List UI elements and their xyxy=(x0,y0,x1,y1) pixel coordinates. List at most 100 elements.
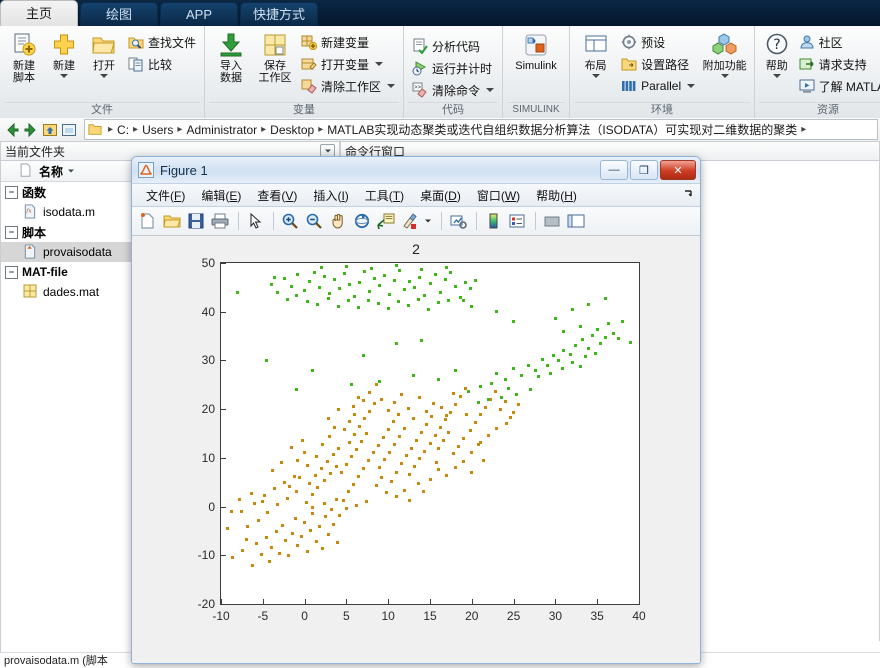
figure-window[interactable]: Figure 1 — ❐ ✕ 文件(F) 编辑(E) 查看(V) 插入(I) 工… xyxy=(131,156,701,664)
colorbar-icon[interactable] xyxy=(482,210,504,232)
ribbon-tab-apps[interactable]: APP xyxy=(160,2,238,26)
help-chevron-down-icon[interactable] xyxy=(772,74,781,78)
up-folder-icon[interactable] xyxy=(41,121,59,139)
clear-workspace-button[interactable]: 清除工作区 xyxy=(297,75,399,97)
figure-menu-insert[interactable]: 插入(I) xyxy=(305,187,356,204)
figure-menu-view[interactable]: 查看(V) xyxy=(249,187,305,204)
path-breadcrumb-bar[interactable]: ▸ C: ▸ Users ▸ Administrator ▸ Desktop ▸… xyxy=(84,119,878,140)
scatter-point xyxy=(386,408,390,412)
new-variable-button[interactable]: 新建变量 xyxy=(297,31,399,53)
breadcrumb-item-desktop[interactable]: Desktop xyxy=(268,123,316,137)
link-plot-icon[interactable] xyxy=(447,210,469,232)
scatter-point xyxy=(456,444,460,448)
brush-chevron-down-icon[interactable] xyxy=(424,214,432,228)
scatter-point xyxy=(466,390,470,394)
new-chevron-down-icon[interactable] xyxy=(60,74,68,78)
open-figure-icon[interactable] xyxy=(161,210,183,232)
figure-title: Figure 1 xyxy=(160,162,208,178)
minimize-button[interactable]: — xyxy=(600,160,628,180)
breadcrumb-item-project[interactable]: MATLAB实现动态聚类或迭代自组织数据分析算法（ISODATA）可实现对二维数… xyxy=(325,121,799,138)
scatter-point xyxy=(476,400,480,404)
parallel-button[interactable]: Parallel xyxy=(617,75,699,97)
scatter-point xyxy=(306,300,310,304)
forward-arrow-icon[interactable] xyxy=(22,121,40,139)
compare-button[interactable]: 比较 xyxy=(124,53,200,75)
breadcrumb-item-users[interactable]: Users xyxy=(140,123,175,137)
community-button[interactable]: 社区 xyxy=(795,31,880,53)
zoom-out-icon[interactable] xyxy=(303,210,325,232)
analyze-code-button[interactable]: 分析代码 xyxy=(408,35,498,57)
clear-commands-chevron-down-icon[interactable] xyxy=(486,88,495,92)
scatter-point xyxy=(562,329,566,333)
new-figure-icon[interactable] xyxy=(137,210,159,232)
open-chevron-down-icon[interactable] xyxy=(100,74,108,78)
maximize-button[interactable]: ❐ xyxy=(630,160,658,180)
parallel-chevron-down-icon[interactable] xyxy=(687,84,696,88)
new-button[interactable]: 新建 xyxy=(44,29,84,78)
menu-overflow-icon[interactable] xyxy=(684,188,700,202)
figure-menu-desktop[interactable]: 桌面(D) xyxy=(412,187,469,204)
close-button[interactable]: ✕ xyxy=(660,160,696,180)
back-arrow-icon[interactable] xyxy=(3,121,21,139)
scatter-point xyxy=(599,342,603,346)
simulink-button[interactable]: Simulink xyxy=(507,29,565,72)
help-button[interactable]: ? 帮助 xyxy=(759,29,795,78)
figure-title-bar[interactable]: Figure 1 — ❐ ✕ xyxy=(132,157,700,183)
expander-icon[interactable]: − xyxy=(5,265,18,279)
brush-icon[interactable] xyxy=(399,210,421,232)
scatter-point xyxy=(323,275,327,279)
data-cursor-icon[interactable] xyxy=(375,210,397,232)
sort-chevron-down-icon[interactable] xyxy=(67,164,75,178)
scatter-point xyxy=(612,331,616,335)
open-variable-button[interactable]: 打开变量 xyxy=(297,53,399,75)
import-data-button[interactable]: 导入 数据 xyxy=(209,29,253,84)
ribbon-tab-plots[interactable]: 绘图 xyxy=(80,2,158,26)
layout-button[interactable]: 布局 xyxy=(574,29,617,78)
expander-icon[interactable]: − xyxy=(5,185,18,199)
pointer-icon[interactable] xyxy=(244,210,266,232)
breadcrumb-item-administrator[interactable]: Administrator xyxy=(184,123,259,137)
ribbon-tab-home[interactable]: 主页 xyxy=(0,0,78,26)
request-support-button[interactable]: 请求支持 xyxy=(795,53,880,75)
open-variable-chevron-down-icon[interactable] xyxy=(375,62,384,66)
add-ons-button[interactable]: 附加功能 xyxy=(699,29,750,78)
figure-canvas[interactable]: 2 -20 -10 0 10 20 30 40 50 -10 -5 0 5 10 15 20 25 30 35 40 xyxy=(132,236,700,663)
clear-workspace-chevron-down-icon[interactable] xyxy=(387,84,396,88)
save-figure-icon[interactable] xyxy=(185,210,207,232)
learn-matlab-button[interactable]: 了解 MATLAB xyxy=(795,75,880,97)
show-plot-tools-icon[interactable] xyxy=(565,210,587,232)
scatter-point xyxy=(386,428,390,432)
scatter-point xyxy=(353,412,357,416)
scatter-point xyxy=(406,406,410,410)
breadcrumb-item-drive[interactable]: C: xyxy=(115,123,131,137)
zoom-in-icon[interactable] xyxy=(279,210,301,232)
set-path-button[interactable]: 设置路径 xyxy=(617,53,699,75)
new-script-button[interactable]: 新建 脚本 xyxy=(4,29,44,84)
run-and-time-button[interactable]: 运行并计时 xyxy=(408,57,498,79)
save-workspace-button[interactable]: 保存 工作区 xyxy=(253,29,297,84)
figure-menu-tools[interactable]: 工具(T) xyxy=(357,187,412,204)
window-controls: — ❐ ✕ xyxy=(598,160,700,180)
figure-menu-file[interactable]: 文件(F) xyxy=(138,187,193,204)
browse-folder-icon[interactable] xyxy=(60,121,78,139)
rotate-3d-icon[interactable] xyxy=(351,210,373,232)
ribbon-tab-shortcuts[interactable]: 快捷方式 xyxy=(240,2,318,26)
expander-icon[interactable]: − xyxy=(5,225,18,239)
print-figure-icon[interactable] xyxy=(209,210,231,232)
open-button[interactable]: 打开 xyxy=(84,29,124,78)
add-ons-chevron-down-icon[interactable] xyxy=(720,74,729,78)
figure-menu-help[interactable]: 帮助(H) xyxy=(528,187,585,204)
scatter-plot-axes[interactable]: -20 -10 0 10 20 30 40 50 -10 -5 0 5 10 15 20 25 30 35 40 xyxy=(198,256,646,623)
layout-chevron-down-icon[interactable] xyxy=(591,74,600,78)
figure-menu-edit[interactable]: 编辑(E) xyxy=(193,187,249,204)
preferences-button[interactable]: 预设 xyxy=(617,31,699,53)
find-files-button[interactable]: 查找文件 xyxy=(124,31,200,53)
pan-icon[interactable] xyxy=(327,210,349,232)
clear-commands-button[interactable]: >> 清除命令 xyxy=(408,79,498,101)
legend-icon[interactable] xyxy=(506,210,528,232)
figure-menu-window[interactable]: 窗口(W) xyxy=(469,187,528,204)
scatter-point xyxy=(473,421,477,425)
scatter-point xyxy=(463,280,467,284)
y-axis-tick-label: 50 xyxy=(201,256,215,270)
hide-plot-tools-icon[interactable] xyxy=(541,210,563,232)
